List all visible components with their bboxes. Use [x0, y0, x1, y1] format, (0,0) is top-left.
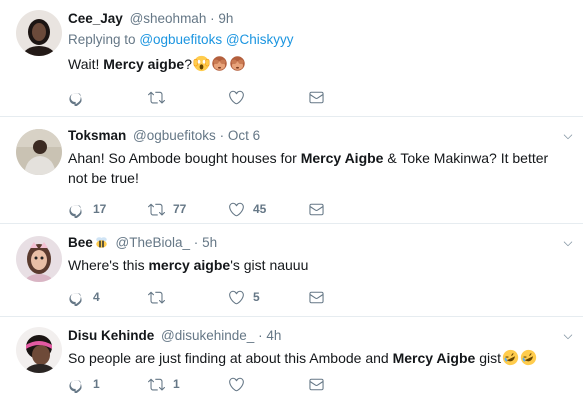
display-name[interactable]: Bee — [68, 235, 93, 250]
tweet-text-part: Ahan! So Ambode bought houses for — [68, 150, 301, 166]
tweet-text: Wait! Mercy aigbe? — [68, 54, 553, 74]
retweet-count: 77 — [173, 202, 187, 216]
highlighted-term: Mercy Aigbe — [300, 150, 384, 166]
tweet-text: Where's this mercy aigbe's gist nauuu — [68, 255, 553, 275]
retweet-button[interactable]: 1 — [148, 375, 180, 393]
tweet-text-part: ? — [184, 56, 192, 72]
scream-emoji — [193, 55, 210, 72]
reply-count: 4 — [93, 290, 100, 304]
direct-message-button[interactable] — [308, 88, 325, 106]
avatar[interactable] — [16, 236, 62, 282]
tweet[interactable]: Bee @TheBiola_ · 5h Where's this mercy a… — [0, 224, 583, 317]
envelope-icon — [308, 89, 325, 106]
heart-icon — [228, 289, 245, 306]
retweet-button[interactable] — [148, 288, 173, 306]
envelope-icon — [308, 376, 325, 393]
chevron-down-icon[interactable] — [562, 238, 574, 250]
retweet-count: 1 — [173, 377, 180, 391]
tweet-text-part: Wait! — [68, 56, 104, 72]
like-button[interactable]: 45 — [228, 200, 266, 218]
envelope-icon — [308, 201, 325, 218]
mention-link[interactable]: @Chiskyyy — [226, 32, 294, 47]
tweet-text-part: So people are just finding at about this… — [68, 350, 393, 366]
retweet-button[interactable]: 77 — [148, 200, 186, 218]
tweet-header: Disu Kehinde @disukehinde_ · 4h — [68, 327, 553, 345]
retweet-button[interactable] — [148, 88, 173, 106]
timestamp[interactable]: 4h — [266, 328, 281, 343]
tweet-header: Toksman @ogbuefitoks · Oct 6 — [68, 127, 553, 145]
separator-dot: · — [219, 128, 225, 143]
avatar[interactable] — [16, 327, 62, 373]
envelope-icon — [308, 289, 325, 306]
reply-button[interactable]: 17 — [68, 200, 106, 218]
retweet-icon — [148, 378, 165, 390]
tweet[interactable]: Disu Kehinde @disukehinde_ · 4h So peopl… — [0, 317, 583, 401]
display-name[interactable]: Toksman — [68, 128, 126, 143]
reply-icon — [68, 201, 85, 218]
highlighted-term: Mercy aigbe — [103, 56, 185, 72]
display-name[interactable]: Disu Kehinde — [68, 328, 154, 343]
tweet-text-part: gist — [475, 350, 501, 366]
avatar[interactable] — [16, 10, 62, 56]
timestamp[interactable]: 9h — [218, 11, 233, 26]
timestamp[interactable]: 5h — [202, 235, 217, 250]
heart-icon — [228, 89, 245, 106]
reply-button[interactable]: 4 — [68, 288, 100, 306]
avatar[interactable] — [16, 129, 62, 175]
tweet-text-part: 's gist nauuu — [230, 257, 309, 273]
retweet-icon — [148, 91, 165, 103]
separator-dot: · — [258, 328, 263, 343]
heart-icon — [228, 201, 245, 218]
bee-emoji — [96, 237, 107, 248]
direct-message-button[interactable] — [308, 200, 325, 218]
highlighted-term: Mercy Aigbe — [392, 350, 476, 366]
direct-message-button[interactable] — [308, 375, 325, 393]
direct-message-button[interactable] — [308, 288, 325, 306]
rofl-emoji — [502, 349, 519, 366]
see-no-evil-monkey-emoji — [230, 56, 245, 71]
tweet-text: Ahan! So Ambode bought houses for Mercy … — [68, 148, 553, 188]
like-button[interactable] — [228, 88, 253, 106]
reply-count: 17 — [93, 202, 107, 216]
see-no-evil-monkey-emoji — [212, 56, 227, 71]
separator-dot: · — [193, 235, 199, 250]
tweet-text-part: Where's this — [68, 257, 149, 273]
reply-icon — [68, 289, 85, 306]
user-handle[interactable]: @ogbuefitoks — [133, 128, 216, 143]
retweet-icon — [148, 291, 165, 303]
replying-to: Replying to @ogbuefitoks @Chiskyyy — [68, 31, 553, 49]
tweet-text: So people are just finding at about this… — [68, 348, 553, 368]
rofl-emoji — [520, 349, 537, 366]
highlighted-term: mercy aigbe — [148, 257, 231, 273]
like-count: 45 — [253, 202, 267, 216]
reply-button[interactable]: 1 — [68, 375, 100, 393]
user-handle[interactable]: @TheBiola_ — [116, 235, 191, 250]
mention-link[interactable]: @ogbuefitoks — [139, 32, 222, 47]
like-button[interactable]: 5 — [228, 288, 260, 306]
tweet-header: Cee_Jay @sheohmah · 9h — [68, 10, 553, 28]
like-button[interactable] — [228, 375, 253, 393]
reply-count: 1 — [93, 377, 100, 391]
reply-button[interactable] — [68, 88, 93, 106]
replying-to-label: Replying to — [68, 32, 136, 47]
chevron-down-icon[interactable] — [562, 131, 574, 143]
display-name[interactable]: Cee_Jay — [68, 11, 123, 26]
heart-icon — [228, 376, 245, 393]
user-handle[interactable]: @sheohmah — [130, 11, 207, 26]
tweet[interactable]: Cee_Jay @sheohmah · 9h Replying to @ogbu… — [0, 0, 583, 117]
chevron-down-icon[interactable] — [562, 331, 574, 343]
tweet-header: Bee @TheBiola_ · 5h — [68, 234, 553, 252]
like-count: 5 — [253, 290, 260, 304]
retweet-icon — [148, 203, 165, 215]
reply-icon — [68, 376, 85, 393]
user-handle[interactable]: @disukehinde_ — [161, 328, 254, 343]
separator-dot: · — [210, 11, 215, 26]
tweet[interactable]: Toksman @ogbuefitoks · Oct 6 Ahan! So Am… — [0, 117, 583, 224]
timestamp[interactable]: Oct 6 — [228, 128, 260, 143]
reply-icon — [68, 89, 85, 106]
